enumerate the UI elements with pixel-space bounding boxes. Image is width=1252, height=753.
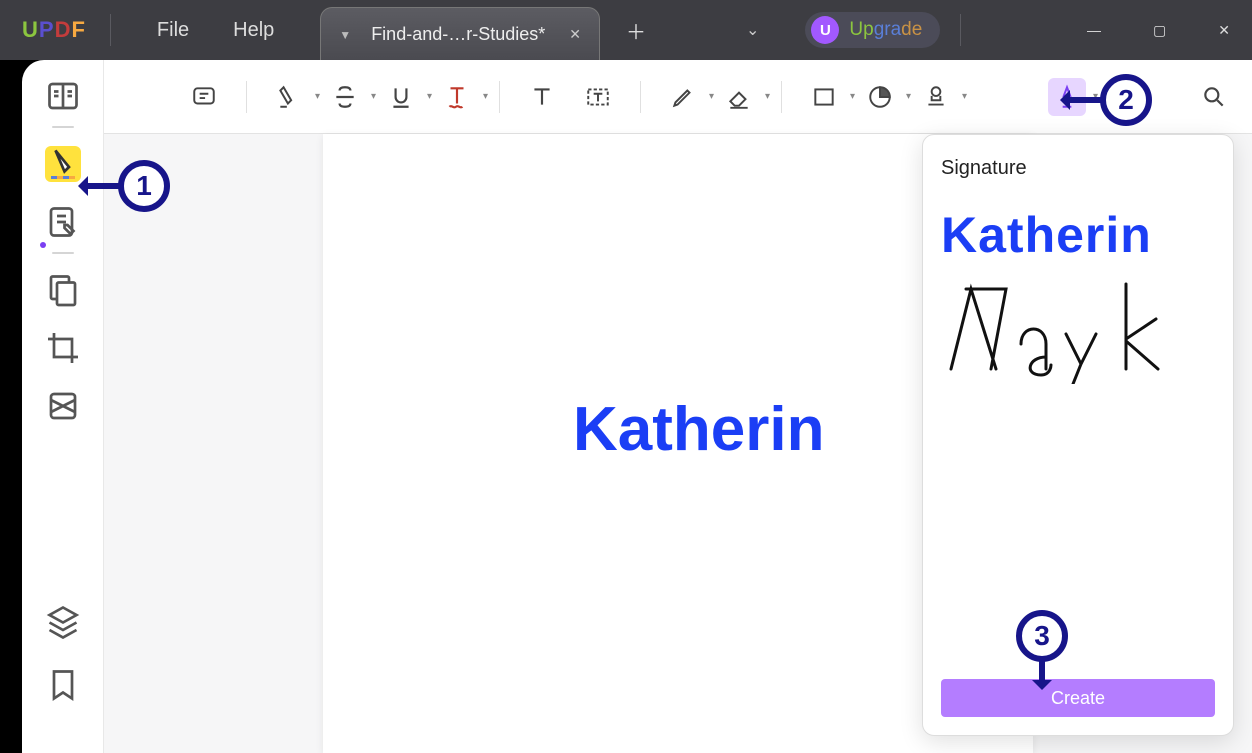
menu-file[interactable]: File: [135, 13, 211, 48]
create-signature-button[interactable]: Create: [941, 679, 1215, 717]
divider: [960, 14, 961, 46]
divider: [52, 252, 74, 254]
tab-title: Find-and-…r-Studies*: [371, 24, 545, 45]
squiggly-tool-icon[interactable]: [438, 78, 476, 116]
minimize-icon[interactable]: —: [1077, 12, 1111, 49]
tab-dropdown-icon[interactable]: ▼: [339, 28, 351, 42]
annotation-callout-2: 2: [1100, 74, 1152, 126]
text-tool-icon[interactable]: [523, 78, 561, 116]
new-tab-icon[interactable]: ＋: [626, 16, 646, 45]
search-icon[interactable]: [1195, 78, 1233, 116]
signature-sample-typed[interactable]: Katherin: [941, 206, 1215, 264]
crop-icon[interactable]: [45, 330, 81, 366]
redact-icon[interactable]: [45, 388, 81, 424]
app-logo: UPDF: [22, 17, 86, 43]
sticker-tool-icon[interactable]: [861, 78, 899, 116]
eraser-tool-icon[interactable]: [720, 78, 758, 116]
divider: [246, 81, 247, 113]
signature-panel: Signature Katherin Create: [922, 134, 1234, 736]
close-icon[interactable]: ✕: [1208, 12, 1240, 49]
pencil-tool-icon[interactable]: [664, 78, 702, 116]
avatar: U: [811, 16, 839, 44]
tab-close-icon[interactable]: ✕: [565, 22, 585, 47]
shape-tool-icon[interactable]: [805, 78, 843, 116]
indicator-dot: [40, 242, 46, 248]
upgrade-label: Upgrade: [849, 19, 922, 41]
edit-pdf-icon[interactable]: [45, 204, 81, 240]
upgrade-button[interactable]: U Upgrade: [805, 12, 940, 48]
document-tab[interactable]: ▼ Find-and-…r-Studies* ✕: [320, 7, 600, 61]
maximize-icon[interactable]: ▢: [1143, 12, 1176, 49]
divider: [110, 14, 111, 46]
signature-panel-title: Signature: [941, 157, 1215, 180]
document-text: Katherin: [573, 394, 824, 465]
textbox-tool-icon[interactable]: [579, 78, 617, 116]
reader-mode-icon[interactable]: [45, 78, 81, 114]
page-tools-icon[interactable]: [45, 272, 81, 308]
note-tool-icon[interactable]: [185, 78, 223, 116]
signature-sample-handwritten[interactable]: [941, 274, 1215, 389]
bookmark-icon[interactable]: [45, 667, 81, 703]
divider: [781, 81, 782, 113]
layers-icon[interactable]: [45, 603, 81, 639]
highlight-tool-icon[interactable]: [270, 78, 308, 116]
strikethrough-tool-icon[interactable]: [326, 78, 364, 116]
divider: [640, 81, 641, 113]
underline-tool-icon[interactable]: [382, 78, 420, 116]
stamp-tool-icon[interactable]: [917, 78, 955, 116]
divider: [52, 126, 74, 128]
menu-help[interactable]: Help: [211, 13, 296, 48]
annotation-callout-3: 3: [1016, 610, 1068, 662]
tab-overflow-icon[interactable]: ⌄: [746, 20, 759, 40]
divider: [499, 81, 500, 113]
annotation-callout-1: 1: [118, 160, 170, 212]
